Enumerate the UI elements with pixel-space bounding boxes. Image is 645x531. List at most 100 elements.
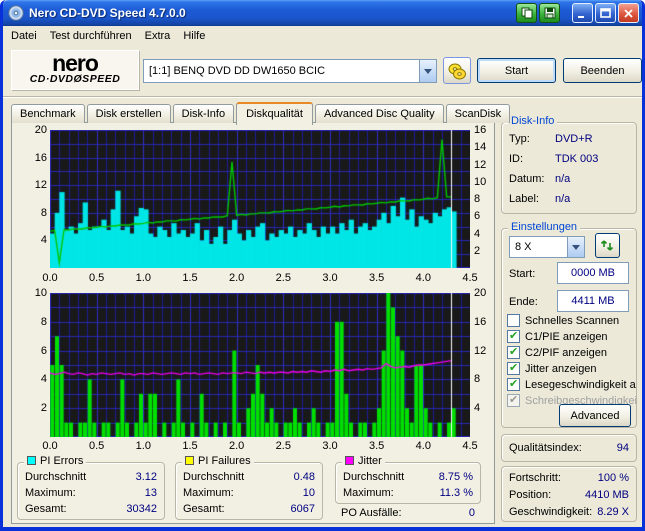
checkbox-jitter[interactable]: Jitter anzeigen	[507, 361, 635, 375]
copy-button[interactable]	[516, 3, 537, 23]
stat-label: Durchschnitt	[25, 471, 87, 483]
left-tick-label: 4	[40, 234, 47, 247]
pi-failures-stats-box: PI Failures Durchschnitt 0.48 Maximum: 10 …	[175, 455, 323, 520]
refresh-button[interactable]	[595, 233, 620, 258]
disc-eject-button[interactable]	[443, 57, 471, 84]
menu-extra[interactable]: Extra	[145, 28, 178, 45]
stat-label: Maximum:	[183, 487, 234, 499]
x-tick-label: 4.0	[415, 440, 431, 452]
x-tick-label: 1.5	[182, 440, 198, 452]
stat-label: Gesamt:	[183, 503, 225, 515]
speed-select[interactable]: 8 X	[509, 236, 585, 258]
tab-advanced-disc-quality[interactable]: Advanced Disc Quality	[314, 104, 444, 123]
checkbox-icon	[507, 314, 520, 327]
quality-index-box: Qualitätsindex: 94	[501, 434, 637, 462]
checkbox-icon	[507, 393, 520, 407]
stat-row: Durchschnitt 0.48	[183, 471, 315, 483]
maximize-button[interactable]	[595, 3, 616, 23]
menu-bar: Datei Test durchführen Extra Hilfe	[3, 26, 642, 47]
stat-value: 8.75 %	[438, 471, 473, 483]
po-failures-label: PO Ausfälle:	[341, 507, 402, 519]
tab-label: Diskqualität	[246, 107, 303, 120]
start-mb-field[interactable]: 0000 MB	[557, 262, 629, 284]
start-button[interactable]: Start	[477, 58, 556, 83]
pi-errors-stats-box: PI Errors Durchschnitt 3.12 Maximum: 13 Ge…	[17, 455, 165, 520]
copy-icon	[521, 7, 532, 19]
right-tick-label: 8	[474, 373, 481, 386]
checkbox-c2-pif[interactable]: C2/PIF anzeigen	[507, 345, 635, 359]
stat-value: 6067	[290, 503, 315, 515]
tab-disk-info[interactable]: Disk-Info	[172, 104, 235, 123]
save-button[interactable]	[539, 3, 560, 23]
progress-row: Position: 4410 MB	[509, 489, 629, 501]
tab-diskqualitaet[interactable]: Diskqualität	[236, 102, 313, 125]
window-title: Nero CD-DVD Speed 4.7.0.0	[29, 6, 186, 20]
pi-errors-left-axis: 4 8 12 16 20	[25, 124, 47, 268]
quit-button[interactable]: Beenden	[563, 58, 642, 83]
header-divider	[3, 96, 642, 98]
disk-info-row: Typ: DVD+R	[509, 133, 629, 145]
po-failures-row: PO Ausfälle: 0	[341, 507, 475, 519]
stat-row: Gesamt: 6067	[183, 503, 315, 515]
settings-title: Einstellungen	[508, 221, 581, 233]
menu-hilfe[interactable]: Hilfe	[183, 28, 212, 45]
disk-info-value: n/a	[555, 173, 571, 185]
menu-test-durchfuehren[interactable]: Test durchführen	[50, 28, 139, 45]
stat-label: Durchschnitt	[183, 471, 245, 483]
progress-row: Geschwindigkeit: 8.29 X	[509, 506, 629, 518]
close-button[interactable]	[618, 3, 639, 23]
disk-info-title: Disk-Info	[508, 115, 558, 127]
stat-row: Maximum: 10	[183, 487, 315, 499]
pi-errors-stats-title: PI Errors	[24, 455, 87, 467]
tab-strip: Benchmark Disk erstellen Disk-Info Diskq…	[11, 101, 512, 125]
nero-logo: nero CD·DVDØSPEED	[11, 50, 139, 90]
stat-value: 3.12	[135, 471, 157, 483]
x-tick-label: 0.0	[42, 272, 58, 284]
left-tick-label: 12	[34, 179, 47, 192]
x-tick-label: 2.0	[229, 440, 245, 452]
stat-value: 30342	[126, 503, 157, 515]
x-tick-label: 1.5	[182, 272, 198, 284]
drive-select[interactable]: [1:1] BENQ DVD DD DW1650 BCIC	[143, 59, 437, 83]
pi-errors-chart	[50, 130, 470, 268]
disk-info-value: n/a	[555, 193, 571, 205]
minimize-button[interactable]	[572, 3, 593, 23]
drive-select-dropdown[interactable]	[419, 60, 436, 82]
menu-datei[interactable]: Datei	[11, 28, 44, 45]
speed-select-dropdown[interactable]	[567, 237, 584, 257]
tab-scandisk[interactable]: ScanDisk	[445, 104, 511, 123]
disk-info-row: ID: TDK 003	[509, 153, 629, 165]
start-button-label: Start	[504, 64, 529, 77]
stat-row: Gesamt: 30342	[25, 503, 157, 515]
stat-label: Maximum:	[343, 487, 394, 499]
stat-label: Gesamt:	[25, 503, 67, 515]
tab-benchmark[interactable]: Benchmark	[11, 104, 85, 123]
checkbox-lesegeschwindigkeit[interactable]: Lesegeschwindigkeit a	[507, 377, 637, 391]
left-tick-label: 8	[40, 315, 47, 328]
end-mb-field[interactable]: 4411 MB	[557, 290, 629, 312]
refresh-icon	[600, 240, 614, 251]
checkbox-label: C1/PIE anzeigen	[525, 330, 608, 343]
checkbox-schnelles-scannen[interactable]: Schnelles Scannen	[507, 314, 635, 327]
tab-disk-erstellen[interactable]: Disk erstellen	[86, 104, 171, 123]
stat-row: Durchschnitt 3.12	[25, 471, 157, 483]
checkbox-label: C2/PIF anzeigen	[525, 346, 607, 359]
x-tick-label: 3.0	[322, 440, 338, 452]
start-mb-label: Start:	[509, 268, 536, 280]
right-tick-label: 20	[474, 287, 487, 299]
tab-label: Disk-Info	[181, 108, 226, 120]
title-bar[interactable]: Nero CD-DVD Speed 4.7.0.0	[3, 0, 642, 26]
x-tick-label: 0.5	[89, 272, 105, 284]
progress-box: Fortschritt: 100 % Position: 4410 MB Gesch…	[501, 466, 637, 522]
progress-value: 100 %	[597, 472, 629, 484]
checkbox-c1-pie[interactable]: C1/PIE anzeigen	[507, 329, 635, 343]
x-tick-label: 4.5	[462, 272, 478, 284]
x-tick-label: 2.5	[275, 440, 291, 452]
x-tick-label: 4.0	[415, 272, 431, 284]
stat-value: 11.3 %	[439, 487, 473, 499]
advanced-button[interactable]: Advanced	[559, 404, 631, 427]
right-tick-label: 12	[474, 344, 487, 357]
tab-label: Benchmark	[20, 108, 76, 120]
checkbox-icon	[507, 361, 520, 375]
end-mb-label: Ende:	[509, 296, 538, 308]
